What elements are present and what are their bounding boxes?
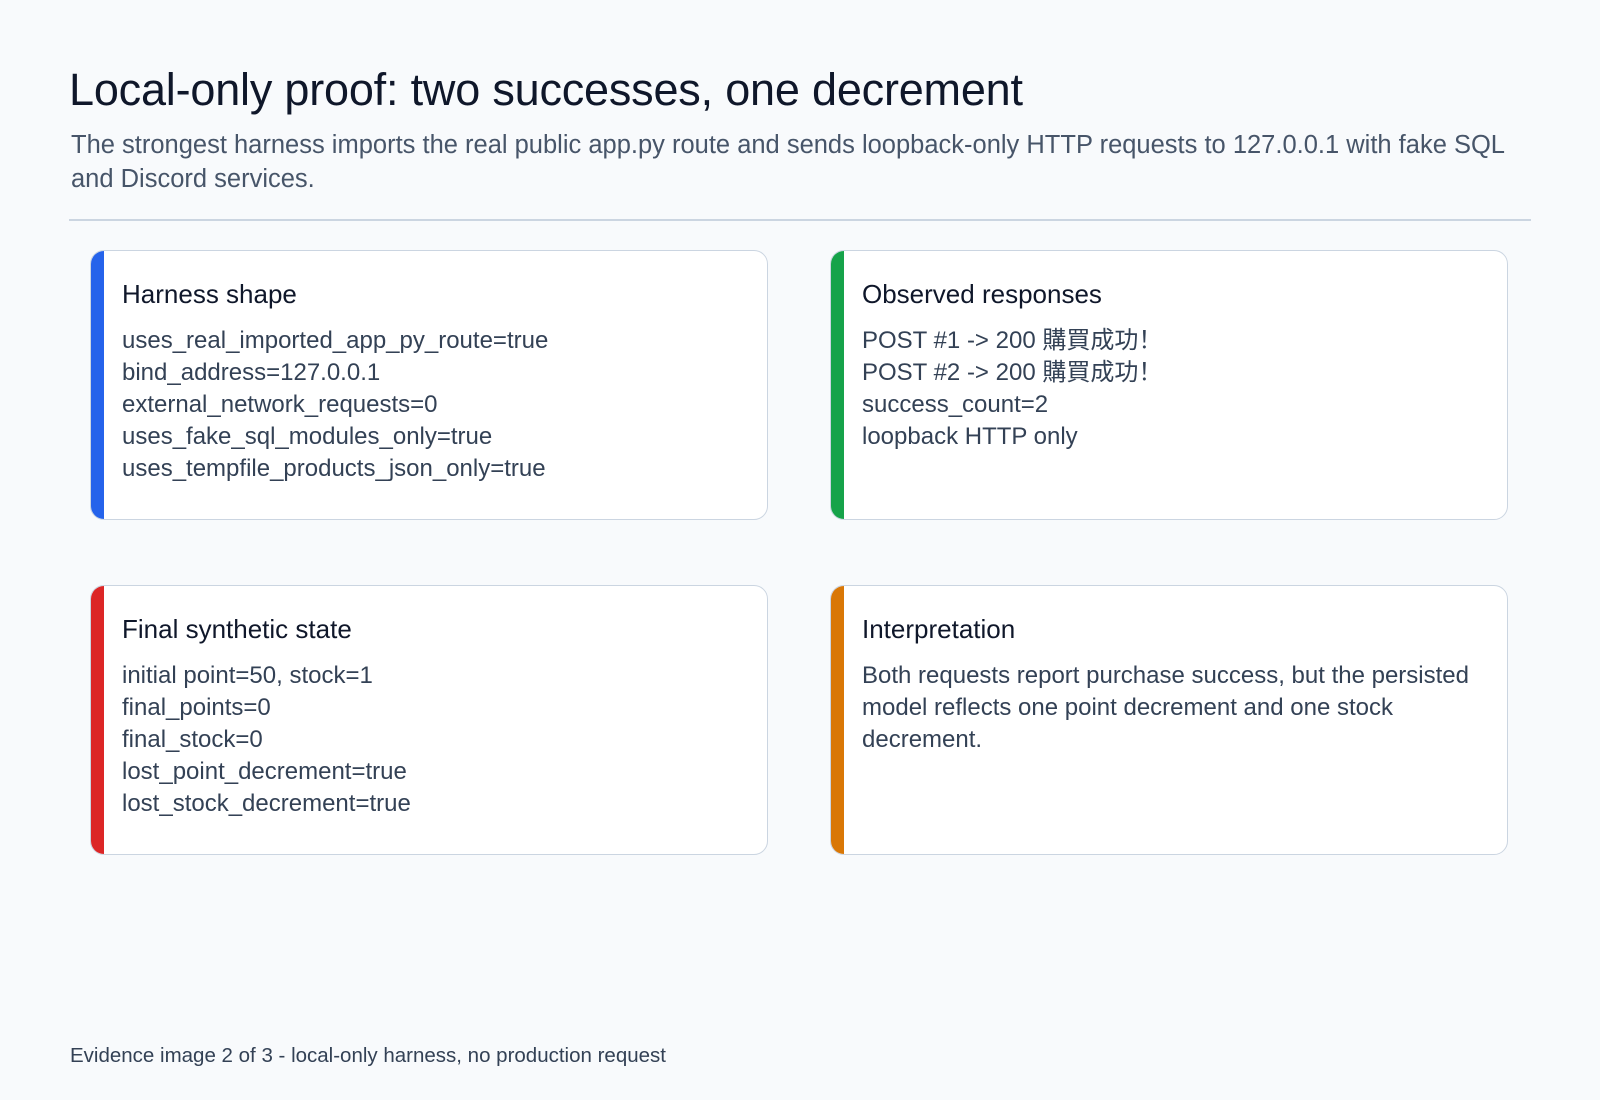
harness-shape-list: uses_real_imported_app_py_route=true bin… — [122, 325, 548, 485]
list-item: lost_point_decrement=true — [122, 758, 407, 785]
list-item: POST #1 -> 200 購買成功！ — [862, 327, 1163, 354]
harness-shape-card: Harness shape uses_real_imported_app_py_… — [90, 250, 768, 520]
footer-caption: Evidence image 2 of 3 - local-only harne… — [70, 1044, 666, 1067]
list-item: success_count=2 — [862, 391, 1049, 418]
card-title: Observed responses — [862, 279, 1102, 309]
list-item: bind_address=127.0.0.1 — [122, 359, 381, 386]
list-item: uses_fake_sql_modules_only=true — [122, 423, 493, 450]
list-item: uses_real_imported_app_py_route=true — [122, 327, 549, 354]
header-divider — [69, 219, 1531, 221]
list-item: uses_tempfile_products_json_only=true — [122, 455, 546, 482]
card-accent-bar — [831, 586, 844, 854]
final-state-list: initial point=50, stock=1 final_points=0… — [122, 660, 411, 820]
card-title: Final synthetic state — [122, 614, 352, 644]
list-item: loopback HTTP only — [862, 423, 1078, 450]
list-item: final_points=0 — [122, 694, 271, 721]
list-item: initial point=50, stock=1 — [122, 662, 373, 689]
observed-responses-card: Observed responses POST #1 -> 200 購買成功！ … — [830, 250, 1508, 520]
final-synthetic-state-card: Final synthetic state initial point=50, … — [90, 585, 768, 855]
page-title: Local-only proof: two successes, one dec… — [69, 64, 1023, 115]
card-title: Interpretation — [862, 614, 1016, 644]
list-item: external_network_requests=0 — [122, 391, 438, 418]
list-item: POST #2 -> 200 購買成功！ — [862, 359, 1163, 386]
list-item: final_stock=0 — [122, 726, 263, 753]
card-accent-bar — [91, 586, 104, 854]
card-accent-bar — [91, 251, 104, 519]
page-subtitle: The strongest harness imports the real p… — [71, 131, 1505, 193]
interpretation-text: Both requests report purchase success, b… — [862, 662, 1469, 753]
card-accent-bar — [831, 251, 844, 519]
interpretation-card: Interpretation Both requests report purc… — [830, 585, 1508, 855]
observed-responses-list: POST #1 -> 200 購買成功！ POST #2 -> 200 購買成功… — [862, 325, 1162, 453]
card-title: Harness shape — [122, 279, 297, 309]
list-item: lost_stock_decrement=true — [122, 790, 411, 817]
